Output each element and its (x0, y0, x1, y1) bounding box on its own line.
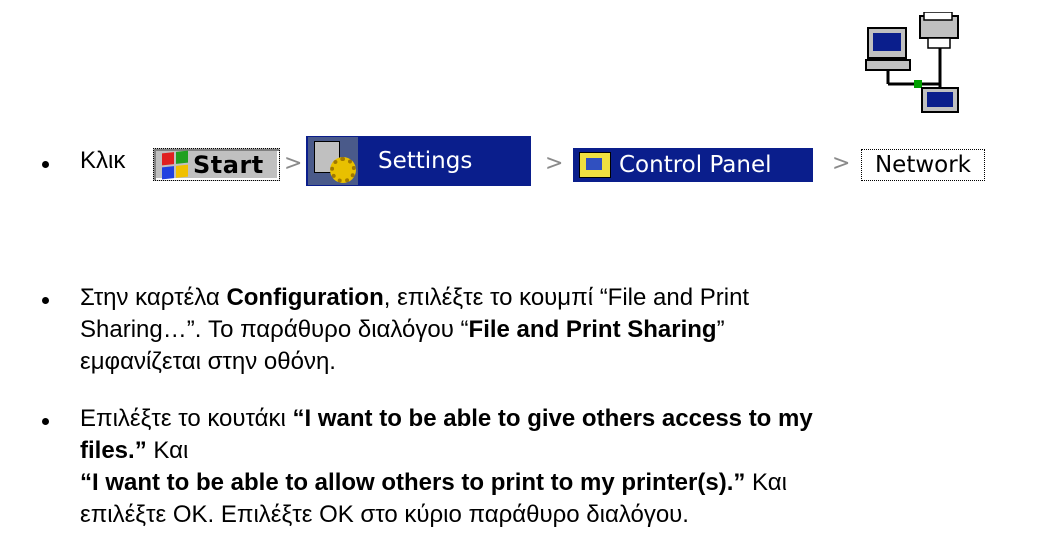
settings-menu-item[interactable]: Settings (306, 136, 531, 186)
step-2-line-2: Sharing…”. Το παράθυρο διαλόγου “File an… (80, 316, 725, 343)
step-3-line-1: Επιλέξτε το κουτάκι “I want to be able t… (80, 405, 813, 432)
settings-gear-icon (308, 137, 358, 185)
bullet-step-1 (42, 161, 49, 168)
step-3-line-3: “I want to be able to allow others to pr… (80, 469, 787, 496)
step-3-line-4: επιλέξτε OK. Επιλέξτε OK στο κύριο παράθ… (80, 501, 689, 528)
control-panel-menu-item[interactable]: Control Panel (573, 148, 813, 182)
control-panel-folder-icon (579, 152, 611, 178)
network-label[interactable]: Network (861, 149, 985, 181)
step-2-line-1: Στην καρτέλα Configuration, επιλέξτε το … (80, 284, 750, 311)
windows-flag-icon (162, 150, 188, 179)
separator-3: > (832, 151, 851, 176)
settings-label: Settings (378, 148, 473, 174)
start-label: Start (193, 150, 264, 179)
start-button[interactable]: Start (153, 148, 280, 181)
step-3-line-2: files.” Και (80, 437, 189, 464)
bullet-step-3 (42, 418, 49, 425)
control-panel-label: Control Panel (619, 152, 772, 178)
step-1-prefix: Κλικ (80, 147, 126, 174)
separator-2: > (545, 151, 564, 176)
network-computers-icon[interactable] (862, 12, 966, 116)
separator-1: > (284, 151, 303, 176)
bullet-step-2 (42, 297, 49, 304)
step-2-line-3: εμφανίζεται στην οθόνη. (80, 348, 336, 375)
